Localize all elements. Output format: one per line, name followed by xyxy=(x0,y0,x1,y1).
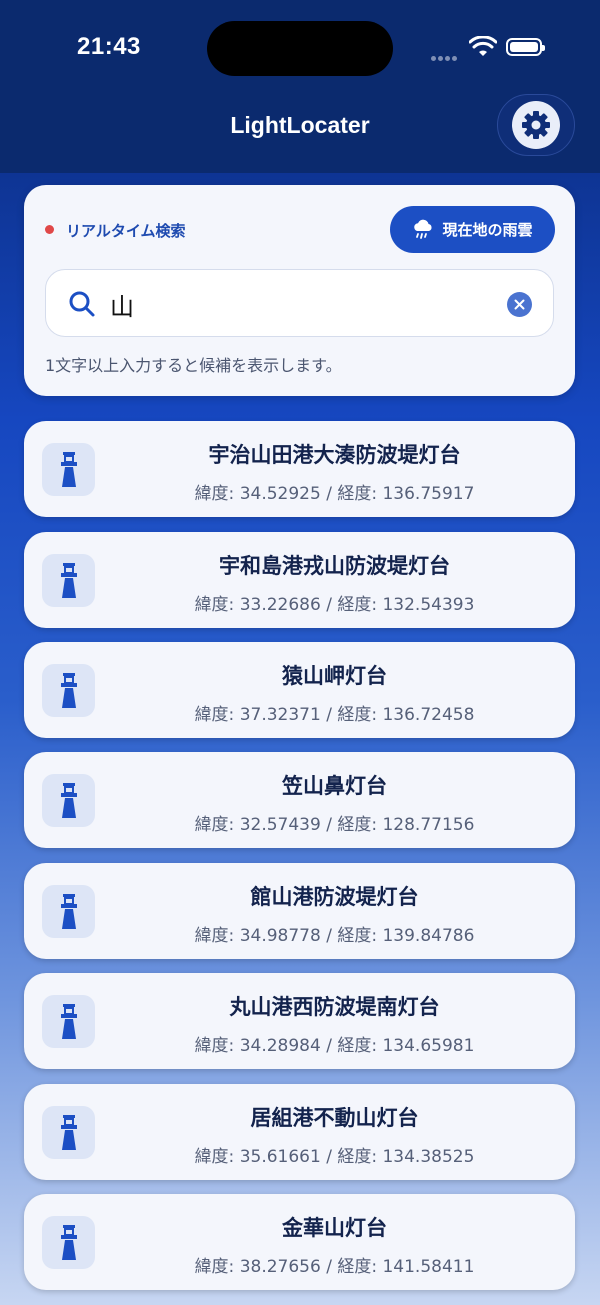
rain-radar-button[interactable]: 現在地の雨雲 xyxy=(390,206,555,253)
result-name: 宇和島港戎山防波堤灯台 xyxy=(219,554,450,578)
lighthouse-icon xyxy=(60,1003,77,1039)
result-coordinates: 緯度: 34.52925 / 経度: 136.75917 xyxy=(194,484,475,504)
search-hint: 1文字以上入力すると候補を表示します。 xyxy=(45,356,342,375)
search-card: リアルタイム検索 現在地の雨雲 1文字以上入力すると候補を表示します。 xyxy=(24,185,575,396)
result-item[interactable]: 宇和島港戎山防波堤灯台 緯度: 33.22686 / 経度: 132.54393 xyxy=(24,532,575,628)
result-coordinates: 緯度: 37.32371 / 経度: 136.72458 xyxy=(194,705,475,725)
result-name: 丸山港西防波堤南灯台 xyxy=(229,995,440,1019)
lighthouse-icon xyxy=(60,1114,77,1150)
result-coordinates: 緯度: 38.27656 / 経度: 141.58411 xyxy=(194,1257,475,1277)
wifi-icon xyxy=(469,36,497,56)
result-coordinates: 緯度: 34.98778 / 経度: 139.84786 xyxy=(194,926,475,946)
lighthouse-icon xyxy=(60,562,77,598)
result-name: 居組港不動山灯台 xyxy=(250,1106,419,1130)
result-item[interactable]: 猿山岬灯台 緯度: 37.32371 / 経度: 136.72458 xyxy=(24,642,575,738)
result-item[interactable]: 金華山灯台 緯度: 38.27656 / 経度: 141.58411 xyxy=(24,1194,575,1290)
result-name: 笠山鼻灯台 xyxy=(282,774,387,798)
result-coordinates: 緯度: 32.57439 / 経度: 128.77156 xyxy=(194,815,475,835)
battery-icon xyxy=(506,38,545,56)
result-item[interactable]: 宇治山田港大湊防波堤灯台 緯度: 34.52925 / 経度: 136.7591… xyxy=(24,421,575,517)
result-name: 宇治山田港大湊防波堤灯台 xyxy=(208,443,461,467)
rain-cloud-icon xyxy=(414,219,433,239)
live-indicator-dot xyxy=(45,225,54,234)
realtime-search-label: リアルタイム検索 xyxy=(66,222,186,240)
rain-button-label: 現在地の雨雲 xyxy=(442,221,533,239)
settings-button[interactable] xyxy=(497,94,575,156)
result-coordinates: 緯度: 33.22686 / 経度: 132.54393 xyxy=(194,595,475,615)
result-item[interactable]: 丸山港西防波堤南灯台 緯度: 34.28984 / 経度: 134.65981 xyxy=(24,973,575,1069)
lighthouse-icon xyxy=(60,893,77,929)
result-coordinates: 緯度: 35.61661 / 経度: 134.38525 xyxy=(194,1147,475,1167)
gear-icon xyxy=(522,111,550,139)
result-coordinates: 緯度: 34.28984 / 経度: 134.65981 xyxy=(194,1036,475,1056)
result-item[interactable]: 笠山鼻灯台 緯度: 32.57439 / 経度: 128.77156 xyxy=(24,752,575,848)
status-time: 21:43 xyxy=(77,33,141,60)
search-field[interactable] xyxy=(45,269,554,337)
search-input[interactable] xyxy=(108,284,502,324)
result-name: 猿山岬灯台 xyxy=(282,664,387,688)
result-item[interactable]: 館山港防波堤灯台 緯度: 34.98778 / 経度: 139.84786 xyxy=(24,863,575,959)
clear-search-button[interactable] xyxy=(507,292,532,317)
lighthouse-icon xyxy=(60,1224,77,1260)
lighthouse-icon xyxy=(60,782,77,818)
close-icon xyxy=(514,299,525,310)
result-name: 館山港防波堤灯台 xyxy=(250,885,419,909)
search-icon xyxy=(69,291,95,317)
lighthouse-icon xyxy=(60,672,77,708)
cellular-signal-icon xyxy=(431,46,461,61)
dynamic-island xyxy=(207,21,393,76)
result-item[interactable]: 居組港不動山灯台 緯度: 35.61661 / 経度: 134.38525 xyxy=(24,1084,575,1180)
result-name: 金華山灯台 xyxy=(282,1216,387,1240)
lighthouse-icon xyxy=(60,451,77,487)
status-bar: 21:43 xyxy=(0,0,600,95)
